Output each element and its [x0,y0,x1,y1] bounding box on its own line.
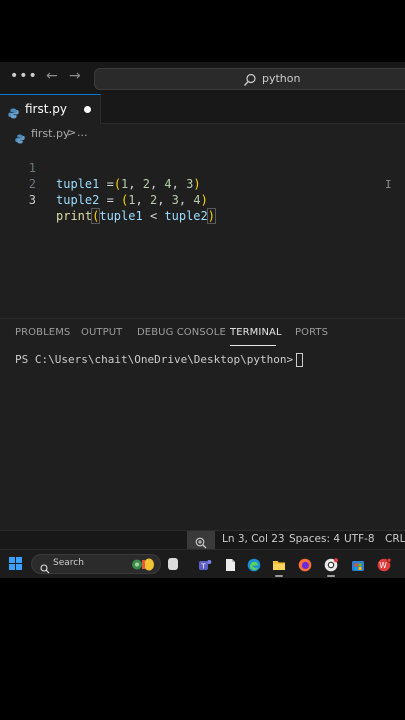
line-number: 3 [28,193,36,207]
status-bar: Ln 3, Col 23 Spaces: 4 UTF-8 CRLF [0,530,405,550]
file-explorer-icon[interactable] [272,557,286,571]
active-tab-indicator [230,345,276,346]
search-highlight-icon [130,557,156,572]
wps-office-icon[interactable]: W [377,557,392,572]
tab-first-py[interactable]: first.py [0,94,101,124]
text-caret [215,209,216,224]
end-of-line[interactable]: CRLF [385,533,405,545]
token: tuple1 [99,209,143,223]
file-icon[interactable] [223,557,237,571]
indentation-setting[interactable]: Spaces: 4 [289,533,340,545]
token: tuple2 [56,193,100,207]
token: print [56,209,93,223]
token: tuple2 [164,209,208,223]
svg-text:T: T [200,562,206,570]
editor-tab-bar: first.py [0,94,405,124]
taskbar-search[interactable]: Search [31,554,161,574]
token: , [135,193,150,207]
firefox-icon[interactable] [298,557,312,572]
zoom-icon [195,534,207,549]
token: = [99,193,122,207]
arrow-right-icon[interactable]: → [69,68,81,84]
command-center-search[interactable]: python [94,68,405,90]
windows-taskbar: Search T W [0,549,405,578]
more-horizontal-icon[interactable]: ••• [10,68,38,84]
running-indicator [327,575,335,577]
code-line: 2 tuple2 = (1, 2, 3, 4) [0,160,405,207]
breadcrumb-file[interactable]: first.py [31,127,69,140]
search-icon [243,72,257,86]
token: 3 [171,193,179,207]
terminal-output[interactable]: PS C:\Users\chait\OneDrive\Desktop\pytho… [15,353,304,367]
unsaved-dot-icon[interactable] [84,106,91,113]
vscode-window: ••• ← → python first.py first.py > ... 1… [0,62,405,578]
breadcrumb-symbols[interactable]: ... [77,126,88,139]
tab-label: first.py [25,102,67,116]
token: , [178,193,194,207]
python-file-icon [8,104,19,119]
code-editor[interactable]: 1 tuple1 =(1, 2, 4, 3) 2 tuple2 = (1, 2,… [0,144,405,324]
token: ) [200,193,208,207]
code-text: tuple2 = (1, 2, 3, 4) [56,192,208,208]
tab-output[interactable]: OUTPUT [81,327,122,338]
title-bar: ••• ← → python [0,62,405,94]
task-view-icon[interactable] [168,558,178,570]
store-icon[interactable] [351,557,365,571]
bottom-panel: PROBLEMS OUTPUT DEBUG CONSOLE TERMINAL P… [0,318,405,530]
terminal-cursor [296,353,304,367]
token: < [142,209,165,223]
edge-icon[interactable] [247,557,261,572]
token: , [157,193,172,207]
tab-debug-console[interactable]: DEBUG CONSOLE [137,327,226,338]
svg-text:W: W [379,561,387,570]
running-indicator [275,575,283,577]
tab-terminal[interactable]: TERMINAL [230,327,282,338]
arrow-left-icon[interactable]: ← [46,68,58,84]
i-beam-cursor-icon: I [385,178,392,191]
token: 4 [193,193,201,207]
python-file-icon [15,129,25,144]
token: ) [206,208,217,224]
terminal-prompt: PS C:\Users\chait\OneDrive\Desktop\pytho… [15,353,294,366]
tab-problems[interactable]: PROBLEMS [15,327,70,338]
breadcrumb-separator: > [67,126,77,139]
code-text: print(tuple1 < tuple2) [56,208,217,224]
cursor-position[interactable]: Ln 3, Col 23 [222,533,285,545]
search-placeholder: Search [53,558,84,568]
windows-start-icon[interactable] [9,557,23,571]
file-encoding[interactable]: UTF-8 [344,533,375,545]
breadcrumb: first.py > ... [0,124,405,144]
token: 1 [128,193,136,207]
chrome-icon[interactable] [324,557,338,572]
teams-icon[interactable]: T [198,557,212,571]
tab-ports[interactable]: PORTS [295,327,328,338]
search-icon [40,559,50,574]
code-line-current: 3 print(tuple1 < tuple2) [0,176,405,224]
command-center-text: python [262,72,301,85]
code-line: 1 tuple1 =(1, 2, 4, 3) [0,144,405,191]
